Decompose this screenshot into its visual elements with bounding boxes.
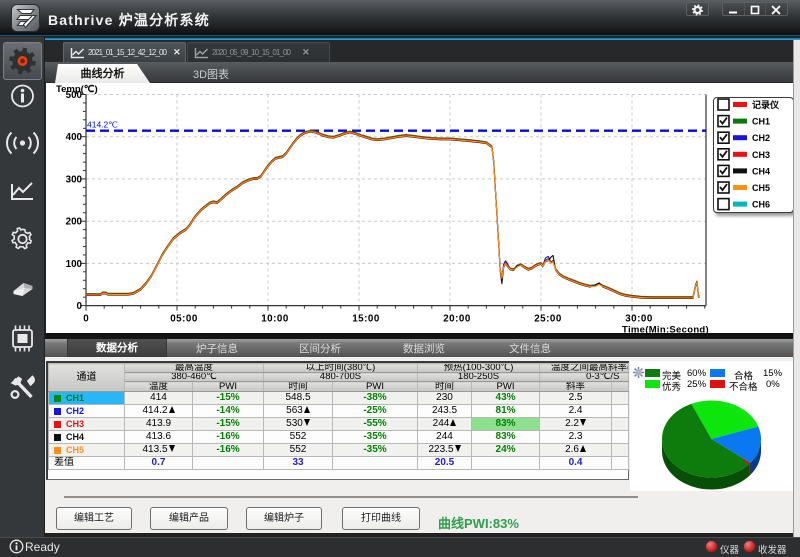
svg-text:0: 0: [83, 314, 89, 325]
svg-text:05:00: 05:00: [170, 314, 198, 325]
svg-text:20:00: 20:00: [443, 314, 471, 325]
svg-text:CH4: CH4: [752, 166, 770, 176]
svg-text:CH3: CH3: [752, 150, 770, 160]
svg-text:414.2℃: 414.2℃: [87, 120, 118, 130]
svg-text:25:00: 25:00: [534, 314, 562, 325]
svg-text:200: 200: [66, 217, 83, 228]
svg-text:0: 0: [77, 301, 83, 312]
svg-text:Temp(℃): Temp(℃): [56, 84, 98, 95]
svg-text:CH1: CH1: [752, 117, 770, 127]
svg-text:CH6: CH6: [752, 200, 770, 210]
svg-text:Time(Min:Second): Time(Min:Second): [622, 325, 709, 335]
svg-text:CH2: CH2: [752, 133, 770, 143]
svg-text:400: 400: [66, 132, 83, 143]
svg-text:300: 300: [66, 174, 83, 185]
svg-text:30:00: 30:00: [625, 314, 653, 325]
svg-text:100: 100: [66, 259, 83, 270]
svg-text:15:00: 15:00: [352, 314, 380, 325]
svg-text:10:00: 10:00: [261, 314, 289, 325]
svg-text:记录仪: 记录仪: [752, 99, 780, 110]
svg-text:CH5: CH5: [752, 183, 770, 193]
